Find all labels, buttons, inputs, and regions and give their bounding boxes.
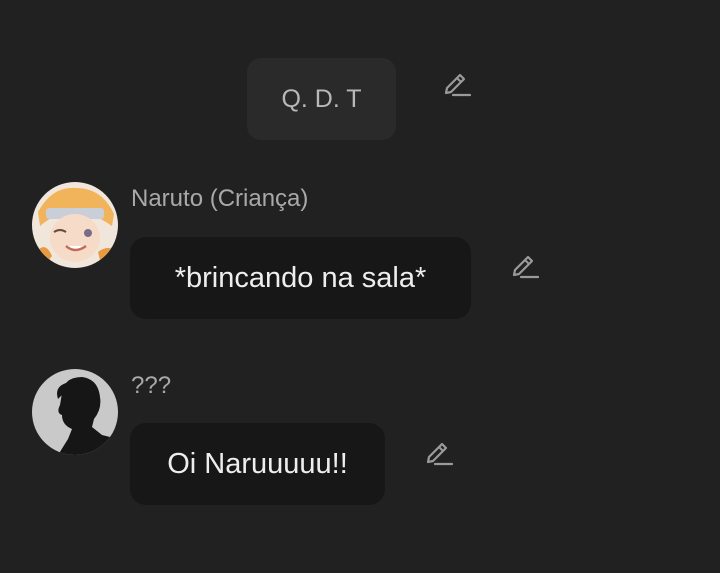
edit-message-button[interactable]: [421, 437, 455, 471]
pencil-edit-icon: [444, 73, 471, 97]
message-bubble: *brincando na sala*: [130, 237, 471, 319]
message-bubble: Oi Naruuuuu!!: [130, 423, 385, 505]
chat-view: Q. D. T Naruto (Criança) *brincando na s…: [0, 0, 720, 573]
narration-bubble: Q. D. T: [247, 58, 396, 140]
avatar-naruto[interactable]: [32, 182, 118, 268]
edit-message-button[interactable]: [507, 250, 541, 284]
message-text: *brincando na sala*: [174, 261, 427, 294]
avatar-unknown[interactable]: [32, 369, 118, 455]
blond-child-avatar: [32, 182, 118, 268]
silhouette-avatar: [32, 369, 118, 455]
edit-narration-button[interactable]: [439, 68, 473, 102]
pencil-edit-icon: [426, 442, 453, 466]
message-text: Oi Naruuuuu!!: [167, 447, 348, 480]
narration-text: Q. D. T: [281, 84, 362, 113]
pencil-edit-icon: [512, 255, 539, 279]
character-name: Naruto (Criança): [131, 185, 309, 212]
character-name: ???: [131, 372, 172, 399]
